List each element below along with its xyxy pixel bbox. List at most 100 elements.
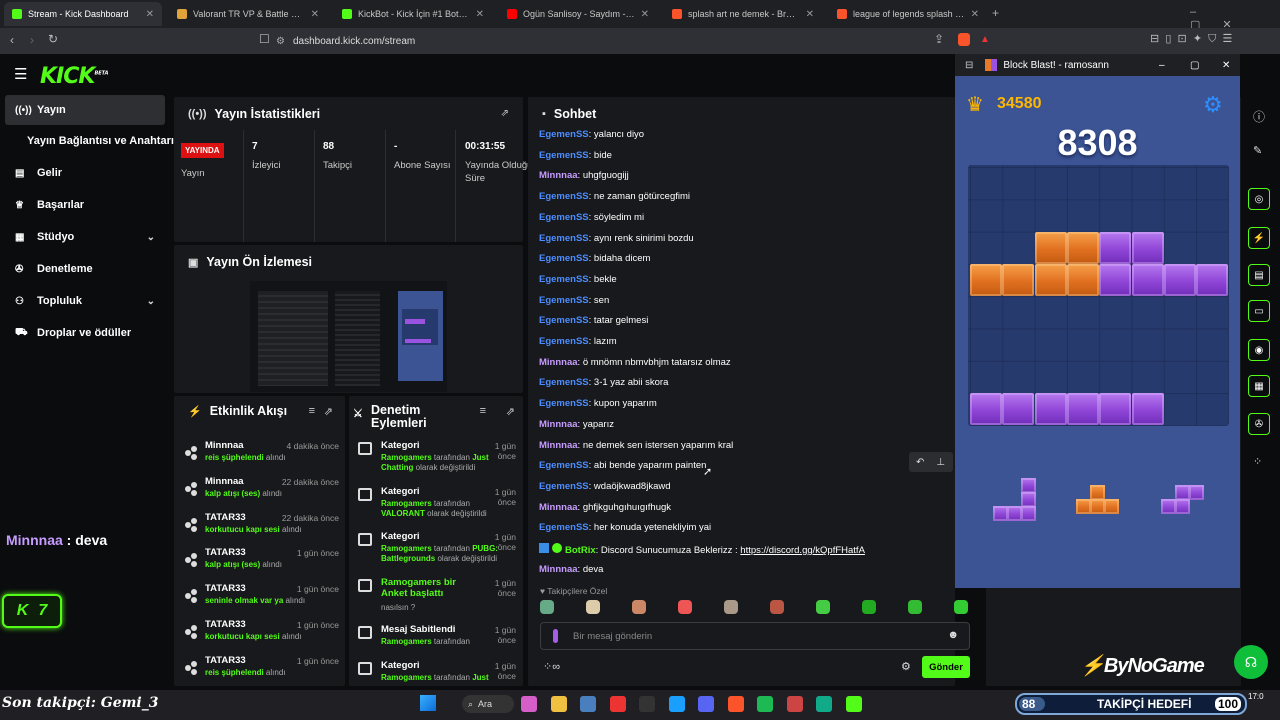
rail-community-icon[interactable]: ⁘ bbox=[1253, 455, 1262, 468]
chat-message[interactable]: EgemenSS: bekle bbox=[539, 274, 617, 285]
chat-message[interactable]: EgemenSS: tatar gelmesi bbox=[539, 315, 648, 326]
rail-camera-icon[interactable]: ◎ bbox=[1248, 188, 1270, 210]
rail-lightning-icon[interactable]: ⚡ bbox=[1248, 227, 1270, 249]
taskbar-app-icon[interactable] bbox=[668, 696, 685, 712]
tab-close-icon[interactable]: ✕ bbox=[146, 9, 154, 20]
chat-username[interactable]: Minnnaa bbox=[539, 440, 578, 451]
chat-username[interactable]: EgemenSS bbox=[539, 481, 589, 492]
browser-tab[interactable]: Valorant TR VP & Battle Pass Satın A ✕ bbox=[169, 2, 327, 26]
chat-message[interactable]: Minnnaa: uhgfguogijj bbox=[539, 170, 629, 181]
chat-username[interactable]: EgemenSS bbox=[539, 295, 589, 306]
chat-message[interactable]: EgemenSS: wdaöjkwad8jkawd bbox=[539, 481, 671, 492]
taskbar-app-icon[interactable] bbox=[757, 696, 773, 712]
pin-icon[interactable]: ⊥ bbox=[936, 457, 945, 468]
chat-message[interactable]: EgemenSS: 3-1 yaz abii skora bbox=[539, 377, 668, 388]
chat-tools-icon[interactable]: ⁘∞ bbox=[543, 660, 560, 673]
send-button[interactable]: Gönder bbox=[922, 656, 970, 678]
piece-cell[interactable] bbox=[1076, 499, 1091, 514]
activity-event[interactable]: TATAR33 1 gün önce reis şüphelendi alındı bbox=[184, 655, 339, 685]
taskbar-app-icon[interactable] bbox=[580, 696, 596, 712]
taskbar-app-icon[interactable] bbox=[816, 696, 832, 712]
browser-tab[interactable]: Stream - Kick Dashboard ✕ bbox=[4, 2, 162, 26]
taskbar-app-icon[interactable] bbox=[550, 696, 567, 712]
browser-toolbar-icons[interactable]: ⊟ ▯ ⊡ ✦ ⛉ ☰ bbox=[1150, 32, 1232, 46]
chat-message[interactable]: EgemenSS: lazım bbox=[539, 336, 617, 347]
piece-cell[interactable] bbox=[1161, 499, 1176, 514]
chat-message[interactable]: EgemenSS: bide bbox=[539, 150, 612, 161]
emote-icon[interactable] bbox=[954, 600, 968, 614]
chat-username[interactable]: EgemenSS bbox=[539, 274, 589, 285]
piece-cell[interactable] bbox=[1175, 485, 1190, 500]
taskbar-app-icon[interactable] bbox=[727, 696, 744, 712]
piece-cell[interactable] bbox=[1007, 506, 1022, 521]
chat-username[interactable]: EgemenSS bbox=[539, 191, 589, 202]
chat-message[interactable]: EgemenSS: abi bende yaparım painten bbox=[539, 460, 706, 471]
rail-chat-icon[interactable]: ▭ bbox=[1248, 300, 1270, 322]
chat-message[interactable]: Minnnaa: deva bbox=[539, 564, 603, 575]
chat-message[interactable]: Minnnaa: yaparız bbox=[539, 419, 614, 430]
minimize-icon[interactable]: – bbox=[1159, 60, 1165, 71]
browser-tab[interactable]: splash art ne demek - Brave Search ✕ bbox=[664, 2, 822, 26]
emoji-icon[interactable]: ☻ bbox=[947, 629, 959, 641]
taskbar-app-icon[interactable] bbox=[698, 696, 714, 712]
back-icon[interactable]: ‹ bbox=[10, 33, 14, 47]
piece-cell[interactable] bbox=[1090, 499, 1105, 514]
browser-tab[interactable]: KickBot - Kick İçin #1 Bot | Sohbet, B ✕ bbox=[334, 2, 492, 26]
rail-broadcast-icon[interactable]: ◉ bbox=[1248, 339, 1270, 361]
emote-icon[interactable] bbox=[862, 600, 876, 614]
chat-message[interactable]: EgemenSS: her konuda yetenekliyim yai bbox=[539, 522, 711, 533]
piece-cell[interactable] bbox=[1021, 492, 1036, 507]
chat-username[interactable]: Minnnaa bbox=[539, 502, 578, 513]
chat-username[interactable]: EgemenSS bbox=[539, 377, 589, 388]
emote-icon[interactable] bbox=[678, 600, 692, 614]
chat-username[interactable]: EgemenSS bbox=[539, 150, 589, 161]
info-icon[interactable]: ⓘ bbox=[1253, 108, 1265, 125]
piece-cell[interactable] bbox=[1175, 499, 1190, 514]
rail-layout-icon[interactable]: ▦ bbox=[1248, 375, 1270, 397]
chat-username[interactable]: EgemenSS bbox=[539, 212, 589, 223]
new-tab-icon[interactable]: + bbox=[992, 6, 999, 20]
chat-message[interactable]: Minnnaa: ö mnömn nbmvbhjm tatarsız olmaz bbox=[539, 357, 731, 368]
reload-icon[interactable]: ↻ bbox=[48, 32, 58, 46]
tab-close-icon[interactable]: ✕ bbox=[641, 9, 649, 20]
windows-start-icon[interactable] bbox=[420, 695, 436, 711]
mod-action[interactable]: Mesaj Sabitlendi 1 gün önce Ramogamers tar… bbox=[356, 624, 516, 664]
piece-cell[interactable] bbox=[1189, 485, 1204, 500]
chat-message[interactable]: Minnnaa: ghfjkguhgıhuıgıfhugk bbox=[539, 502, 671, 513]
close-icon[interactable]: ✕ bbox=[1222, 60, 1230, 71]
chat-username[interactable]: EgemenSS bbox=[539, 398, 589, 409]
sidebar-item[interactable]: ((•)) Yayın bbox=[5, 95, 165, 125]
emote-icon[interactable] bbox=[908, 600, 922, 614]
browser-tab[interactable]: Ogün Sanlisoy - Saydım - YouTube ✕ bbox=[499, 2, 657, 26]
kick-logo[interactable]: KICKBETA bbox=[40, 64, 109, 89]
activity-event[interactable]: TATAR33 1 gün önce korkutucu kapı sesi alı… bbox=[184, 619, 339, 649]
settings-gear-icon[interactable]: ⚙ bbox=[1203, 92, 1223, 118]
chat-link[interactable]: https://discord.gg/kQpfFHatfA bbox=[740, 545, 865, 556]
emote-icon[interactable] bbox=[632, 600, 646, 614]
tab-close-icon[interactable]: ✕ bbox=[971, 9, 979, 20]
chat-username[interactable]: Minnnaa bbox=[539, 419, 578, 430]
piece-cell[interactable] bbox=[1021, 478, 1036, 493]
bookmark-icon[interactable]: ☐ bbox=[259, 32, 270, 46]
taskbar-app-icon[interactable] bbox=[639, 696, 655, 712]
taskbar-app-icon[interactable] bbox=[609, 696, 626, 712]
taskbar-search[interactable]: ⌕ Ara bbox=[462, 695, 514, 713]
emote-icon[interactable] bbox=[540, 600, 554, 614]
chat-username[interactable]: Minnnaa bbox=[539, 170, 578, 181]
chat-username[interactable]: EgemenSS bbox=[539, 336, 589, 347]
game-board[interactable] bbox=[968, 165, 1229, 426]
piece-cell[interactable] bbox=[1104, 499, 1119, 514]
activity-event[interactable]: TATAR33 1 gün önce seninle olmak var ya al… bbox=[184, 583, 339, 613]
chat-message[interactable]: EgemenSS: ne zaman götürcegfimi bbox=[539, 191, 690, 202]
forward-icon[interactable]: › bbox=[30, 33, 34, 47]
chat-username[interactable]: EgemenSS bbox=[539, 233, 589, 244]
mic-icon[interactable] bbox=[553, 629, 558, 643]
tab-close-icon[interactable]: ✕ bbox=[311, 9, 319, 20]
brave-shields-icon[interactable] bbox=[958, 33, 970, 46]
emote-icon[interactable] bbox=[816, 600, 830, 614]
chat-message[interactable]: EgemenSS: kupon yaparım bbox=[539, 398, 657, 409]
rail-wrench-icon[interactable]: ✇ bbox=[1248, 413, 1270, 435]
chat-message[interactable]: BotRix: Discord Sunucumuza Beklerizz : h… bbox=[539, 543, 865, 556]
hamburger-icon[interactable]: ☰ bbox=[14, 65, 27, 83]
reply-icon[interactable]: ↶ bbox=[916, 457, 924, 468]
